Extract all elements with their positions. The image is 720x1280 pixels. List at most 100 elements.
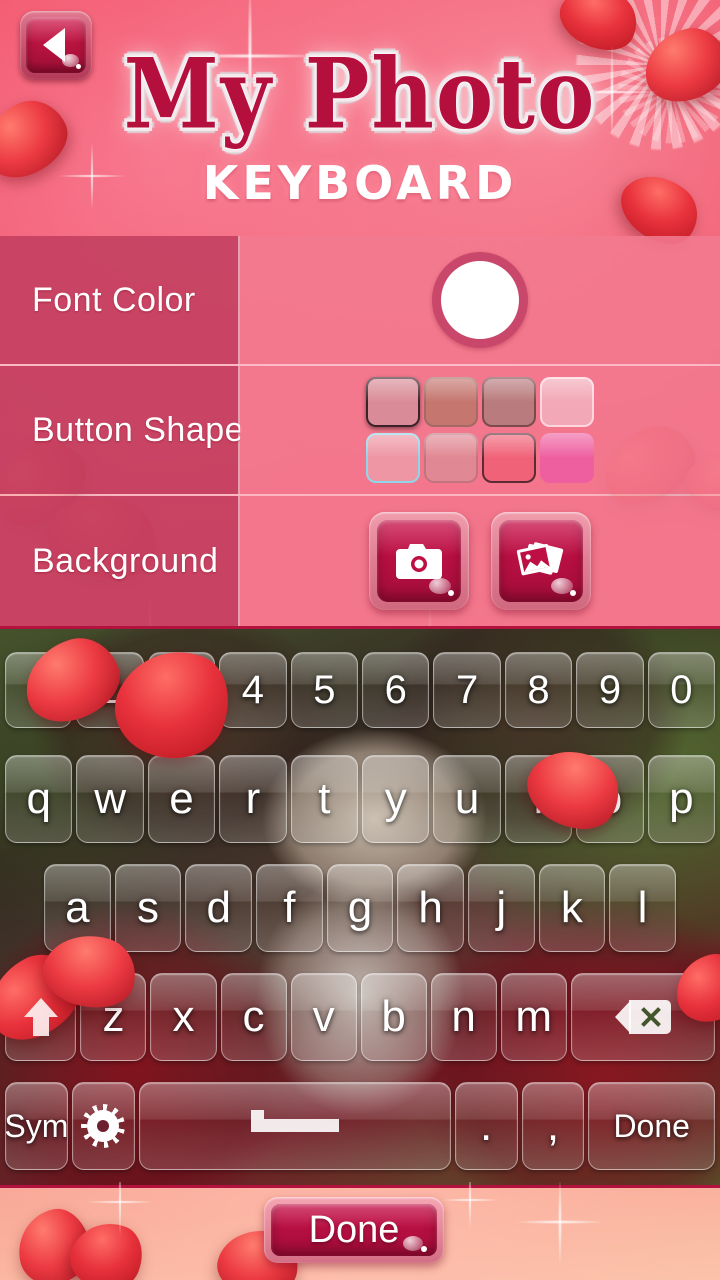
key-done[interactable]: Done: [588, 1081, 716, 1170]
key-u[interactable]: u: [433, 754, 501, 843]
settings-row-background: Background: [0, 496, 720, 626]
swatch-gloss: [482, 433, 536, 457]
key-v[interactable]: v: [290, 972, 357, 1061]
key-b[interactable]: b: [360, 972, 427, 1061]
key-y[interactable]: y: [362, 754, 430, 843]
key-w-label: w: [94, 773, 126, 823]
key-l-label: l: [637, 882, 648, 932]
key-j[interactable]: j: [467, 863, 535, 952]
backspace-icon: [614, 999, 671, 1034]
key-q-label: q: [26, 773, 51, 823]
key-k[interactable]: k: [538, 863, 606, 952]
key-e[interactable]: e: [147, 754, 216, 843]
key-2[interactable]: 2: [76, 651, 144, 728]
background-camera-button[interactable]: [369, 512, 469, 610]
key-p-label: p: [669, 773, 694, 823]
app-root: My Photo KEYBOARD Font Color Button Shap…: [0, 0, 720, 1280]
shape-swatch-shape-3[interactable]: [482, 377, 536, 427]
swatch-gloss: [366, 377, 420, 401]
key-3[interactable]: 3: [147, 651, 216, 728]
button-shape-control: [240, 366, 720, 494]
key-j-label: j: [496, 882, 507, 932]
back-triangle-icon: [43, 28, 65, 62]
key-1[interactable]: 1: [5, 651, 73, 728]
key-backspace[interactable]: [570, 972, 715, 1061]
key-i[interactable]: i: [504, 754, 573, 843]
key-8[interactable]: 8: [504, 651, 573, 728]
app-title-block: My Photo KEYBOARD: [0, 46, 720, 210]
key-d[interactable]: d: [185, 863, 253, 952]
button-shape-label-cell: Button Shape: [0, 366, 244, 494]
swatch-gloss: [540, 433, 594, 457]
key-done-label: Done: [613, 1107, 690, 1144]
key-z-label: z: [102, 991, 125, 1041]
key-o[interactable]: o: [576, 754, 644, 843]
keyboard-preview: 1 2 3 4 5 6 7 8 9 0 qwe r t yu i op asd f gh j k l zxcvbnm: [0, 626, 720, 1188]
key-x[interactable]: x: [150, 972, 217, 1061]
key-u-label: u: [454, 773, 480, 823]
key-space[interactable]: [138, 1081, 451, 1170]
key-settings[interactable]: [71, 1081, 135, 1170]
font-color-label-cell: Font Color: [0, 236, 240, 364]
key-0-label: 0: [670, 667, 693, 712]
shape-swatch-shape-6[interactable]: [424, 433, 478, 483]
key-m[interactable]: m: [500, 972, 567, 1061]
key-5[interactable]: 5: [290, 651, 359, 728]
shape-swatch-shape-8[interactable]: [540, 433, 594, 483]
background-gallery-button[interactable]: [491, 512, 591, 610]
key-v-label: v: [312, 991, 335, 1041]
app-header: My Photo KEYBOARD: [0, 0, 720, 236]
swatch-gloss: [366, 433, 420, 457]
app-subtitle: KEYBOARD: [202, 156, 518, 210]
background-label: Background: [32, 541, 219, 580]
key-s[interactable]: s: [114, 863, 182, 952]
key-9[interactable]: 9: [576, 651, 644, 728]
key-3-label: 3: [170, 667, 193, 712]
key-4[interactable]: 4: [219, 651, 287, 728]
key-b-label: b: [381, 991, 406, 1041]
key-period[interactable]: .: [454, 1081, 518, 1170]
shape-swatch-shape-7[interactable]: [482, 433, 536, 483]
key-2-label: 2: [98, 667, 122, 712]
key-comma[interactable]: ,: [521, 1081, 585, 1170]
key-p[interactable]: p: [647, 754, 716, 843]
key-c[interactable]: c: [220, 972, 287, 1061]
key-w[interactable]: w: [76, 754, 144, 843]
key-z[interactable]: z: [80, 972, 147, 1061]
shape-swatch-shape-1[interactable]: [366, 377, 420, 427]
key-9-label: 9: [598, 667, 622, 712]
button-shape-grid: [366, 377, 594, 483]
font-color-control: [240, 236, 720, 364]
key-h[interactable]: h: [397, 863, 464, 952]
key-t[interactable]: t: [290, 754, 359, 843]
done-button[interactable]: Done: [264, 1197, 444, 1263]
key-q[interactable]: q: [5, 754, 73, 843]
shape-swatch-shape-5[interactable]: [366, 433, 420, 483]
shape-swatch-shape-2[interactable]: [424, 377, 478, 427]
key-5-label: 5: [313, 667, 336, 712]
key-a[interactable]: a: [44, 863, 111, 952]
key-m-label: m: [515, 991, 552, 1041]
key-0[interactable]: 0: [647, 651, 716, 728]
key-a-label: a: [65, 882, 90, 932]
settings-row-font-color: Font Color: [0, 236, 720, 366]
font-color-swatch[interactable]: [432, 252, 528, 348]
key-n[interactable]: n: [430, 972, 497, 1061]
key-l[interactable]: l: [609, 863, 676, 952]
key-s-label: s: [137, 882, 160, 932]
key-y-label: y: [384, 773, 407, 823]
shape-swatch-shape-4[interactable]: [540, 377, 594, 427]
key-7[interactable]: 7: [433, 651, 501, 728]
gallery-icon: [516, 542, 564, 576]
gear-icon: [81, 1103, 126, 1148]
key-1-label: 1: [27, 667, 50, 712]
key-g[interactable]: g: [326, 863, 394, 952]
key-r[interactable]: r: [219, 754, 287, 843]
key-shift[interactable]: [5, 972, 77, 1061]
key-sym[interactable]: Sym: [5, 1081, 68, 1170]
key-e-label: e: [169, 773, 194, 823]
key-6[interactable]: 6: [362, 651, 430, 728]
key-f[interactable]: f: [256, 863, 323, 952]
key-7-label: 7: [456, 667, 479, 712]
keyboard-row-numbers: 1 2 3 4 5 6 7 8 9 0: [3, 635, 717, 744]
